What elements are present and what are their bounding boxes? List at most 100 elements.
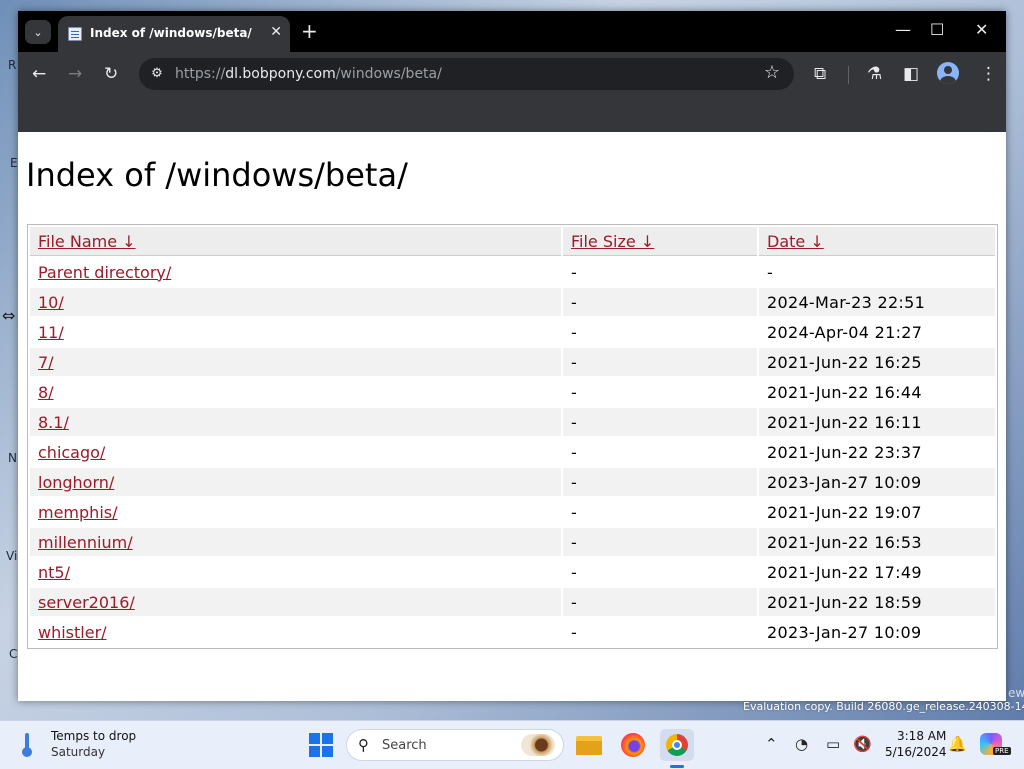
minimize-button[interactable]: —: [895, 20, 911, 40]
date-cell: 2021-Jun-22 16:44: [767, 382, 922, 402]
preview-badge: PRE: [993, 747, 1011, 755]
address-bar[interactable]: ⚙ https://dl.bobpony.com/windows/beta/ ☆: [139, 58, 794, 90]
date-cell: 2021-Jun-22 18:59: [759, 588, 995, 616]
desktop-icon-label-fragment: E: [10, 156, 18, 170]
file-size-cell: -: [571, 442, 578, 462]
clock-date[interactable]: 5/16/2024: [885, 745, 947, 759]
thermometer-icon[interactable]: [22, 733, 32, 757]
file-link[interactable]: 7/: [38, 353, 54, 372]
table-row: server2016/ -2021-Jun-22 18:59: [30, 588, 995, 616]
file-link[interactable]: Parent directory/: [38, 263, 171, 282]
search-icon: ⚲: [358, 736, 369, 754]
bookmark-star-icon[interactable]: ☆: [764, 62, 780, 83]
page-favicon-icon: [68, 27, 82, 41]
table-row: 8/ - 2021-Jun-22 16:44: [30, 378, 995, 406]
file-link[interactable]: memphis/: [38, 503, 117, 522]
labs-flask-icon[interactable]: ⚗: [867, 64, 882, 84]
display-icon[interactable]: ▭: [826, 735, 840, 753]
chrome-icon[interactable]: [660, 729, 694, 761]
new-tab-button[interactable]: +: [301, 20, 318, 42]
file-size-cell: -: [563, 528, 757, 556]
table-row: 10/ -2024-Mar-23 22:51: [30, 288, 995, 316]
file-link[interactable]: longhorn/: [38, 473, 114, 492]
page-content: Index of /windows/beta/ File Name ↓ File…: [18, 132, 1006, 701]
close-tab-icon[interactable]: ✕: [270, 24, 282, 40]
file-link[interactable]: 8/: [38, 383, 54, 402]
date-cell: 2021-Jun-22 16:53: [759, 528, 995, 556]
table-row: 7/ -2021-Jun-22 16:25: [30, 348, 995, 376]
file-link[interactable]: millennium/: [38, 533, 133, 552]
profile-avatar-icon[interactable]: [937, 62, 959, 84]
table-row: nt5/ - 2021-Jun-22 17:49: [30, 558, 995, 586]
date-cell: 2021-Jun-22 16:11: [759, 408, 995, 436]
network-icon[interactable]: ◔: [795, 735, 808, 753]
file-name-cell: server2016/: [30, 588, 561, 616]
column-header-file-size: File Size ↓: [563, 227, 757, 256]
date-cell: 2021-Jun-22 17:49: [767, 562, 922, 582]
taskbar: Temps to drop Saturday ⚲ Search ⌃ ◔ ▭ 🔇 …: [0, 720, 1024, 769]
extensions-icon[interactable]: ⧉: [814, 64, 826, 84]
table-row: 11/ - 2024-Apr-04 21:27: [30, 318, 995, 346]
back-arrow-icon[interactable]: ←: [32, 64, 46, 84]
url-text[interactable]: https://dl.bobpony.com/windows/beta/: [175, 66, 442, 82]
toolbar-spacer: [18, 96, 1006, 132]
file-link[interactable]: whistler/: [38, 623, 107, 642]
page-title: Index of /windows/beta/: [26, 156, 408, 194]
file-link[interactable]: 11/: [38, 323, 64, 342]
file-name-cell: 10/: [30, 288, 561, 316]
date-cell: 2024-Apr-04 21:27: [767, 322, 923, 342]
file-link[interactable]: server2016/: [38, 593, 135, 612]
file-size-cell: -: [571, 322, 578, 342]
file-size-cell: -: [563, 288, 757, 316]
tab-search-button[interactable]: ⌄: [25, 20, 51, 44]
file-name-cell: longhorn/: [30, 468, 561, 496]
maximize-button[interactable]: ☐: [930, 20, 944, 40]
file-link[interactable]: nt5/: [38, 563, 70, 582]
sort-by-date-link[interactable]: Date ↓: [767, 232, 824, 251]
toolbar-divider: [848, 66, 849, 84]
file-link[interactable]: 10/: [38, 293, 64, 312]
date-cell: -: [767, 262, 774, 282]
clock-time[interactable]: 3:18 AM: [897, 729, 946, 743]
start-button[interactable]: [309, 733, 333, 757]
search-highlight-icon[interactable]: [521, 734, 555, 756]
file-size-cell: -: [563, 348, 757, 376]
file-link[interactable]: chicago/: [38, 443, 105, 462]
table-row: memphis/ - 2021-Jun-22 19:07: [30, 498, 995, 526]
file-link[interactable]: 8.1/: [38, 413, 69, 432]
weather-widget-subtitle[interactable]: Saturday: [51, 745, 105, 759]
column-header-date: Date ↓: [759, 227, 995, 256]
more-menu-icon[interactable]: ⋮: [980, 64, 997, 84]
notifications-bell-icon[interactable]: 🔔: [948, 735, 967, 753]
taskbar-search-box[interactable]: ⚲ Search: [346, 729, 564, 761]
active-tab[interactable]: Index of /windows/beta/ ✕: [58, 16, 290, 52]
site-info-icon[interactable]: ⚙: [147, 64, 167, 84]
reload-icon[interactable]: ↻: [104, 64, 118, 84]
volume-muted-icon[interactable]: 🔇: [853, 735, 872, 753]
file-listing-table: File Name ↓ File Size ↓ Date ↓ Parent di…: [27, 224, 998, 649]
file-explorer-icon[interactable]: [573, 729, 607, 761]
file-size-cell: -: [571, 262, 578, 282]
file-name-cell: 8/: [30, 378, 561, 406]
browser-toolbar: ← → ↻ ⚙ https://dl.bobpony.com/windows/b…: [18, 52, 1006, 96]
sort-by-file-size-link[interactable]: File Size ↓: [571, 232, 654, 251]
forward-arrow-icon[interactable]: →: [68, 64, 82, 84]
show-hidden-icons-chevron-icon[interactable]: ⌃: [765, 735, 778, 753]
file-size-cell: -: [571, 502, 578, 522]
tab-strip: ⌄ Index of /windows/beta/ ✕ + — ☐ ✕: [18, 11, 1006, 52]
chevron-down-icon: ⌄: [33, 25, 43, 39]
date-cell: 2021-Jun-22 16:25: [759, 348, 995, 376]
file-size-cell: -: [571, 622, 578, 642]
evaluation-watermark: Evaluation copy. Build 26080.ge_release.…: [743, 700, 1024, 713]
side-panel-icon[interactable]: ◧: [903, 64, 919, 84]
file-name-cell: chicago/: [30, 438, 561, 466]
file-name-cell: Parent directory/: [30, 258, 561, 286]
desktop-icon-label-fragment: C: [9, 647, 18, 661]
file-name-cell: millennium/: [30, 528, 561, 556]
close-window-button[interactable]: ✕: [975, 20, 988, 40]
table-row: longhorn/ -2023-Jan-27 10:09: [30, 468, 995, 496]
table-header-row: File Name ↓ File Size ↓ Date ↓: [30, 227, 995, 256]
sort-by-file-name-link[interactable]: File Name ↓: [38, 232, 136, 251]
weather-widget-title[interactable]: Temps to drop: [51, 729, 136, 743]
firefox-icon[interactable]: [616, 729, 650, 761]
